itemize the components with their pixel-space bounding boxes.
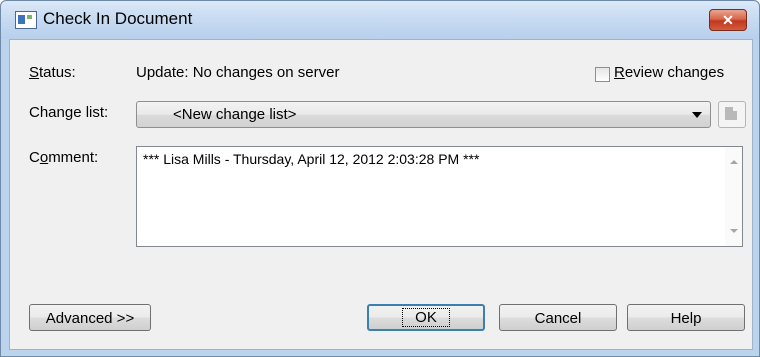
document-window-icon: [15, 11, 37, 29]
scroll-down-icon[interactable]: [730, 229, 738, 233]
help-button[interactable]: Help: [627, 304, 745, 331]
review-changes-checkbox[interactable]: [595, 67, 610, 82]
comment-scrollbar[interactable]: [725, 147, 742, 246]
title-bar[interactable]: Check In Document ✕: [1, 1, 759, 39]
chevron-down-icon: [692, 112, 702, 118]
change-list-value: <New change list>: [173, 106, 297, 123]
window-title: Check In Document: [43, 9, 193, 28]
change-list-dropdown[interactable]: <New change list>: [136, 101, 711, 128]
change-list-properties-button[interactable]: [718, 101, 746, 128]
advanced-button[interactable]: Advanced >>: [29, 304, 151, 331]
dialog-window: Check In Document ✕ Status: Update: No c…: [0, 0, 760, 357]
review-changes-label[interactable]: Review changes: [614, 64, 724, 81]
cancel-button[interactable]: Cancel: [499, 304, 617, 331]
ok-button[interactable]: OK: [367, 304, 485, 331]
comment-text: *** Lisa Mills - Thursday, April 12, 201…: [143, 151, 480, 167]
status-label: Status:: [29, 64, 76, 81]
dialog-body: Status: Update: No changes on server Rev…: [9, 39, 753, 350]
change-list-label: Change list:: [29, 104, 109, 121]
comment-label: Comment:: [29, 149, 99, 166]
close-button[interactable]: ✕: [709, 9, 747, 31]
properties-icon: [725, 107, 737, 120]
scroll-up-icon[interactable]: [730, 160, 738, 164]
status-value: Update: No changes on server: [136, 64, 340, 81]
close-icon: ✕: [722, 12, 734, 28]
comment-textarea[interactable]: *** Lisa Mills - Thursday, April 12, 201…: [136, 146, 743, 247]
